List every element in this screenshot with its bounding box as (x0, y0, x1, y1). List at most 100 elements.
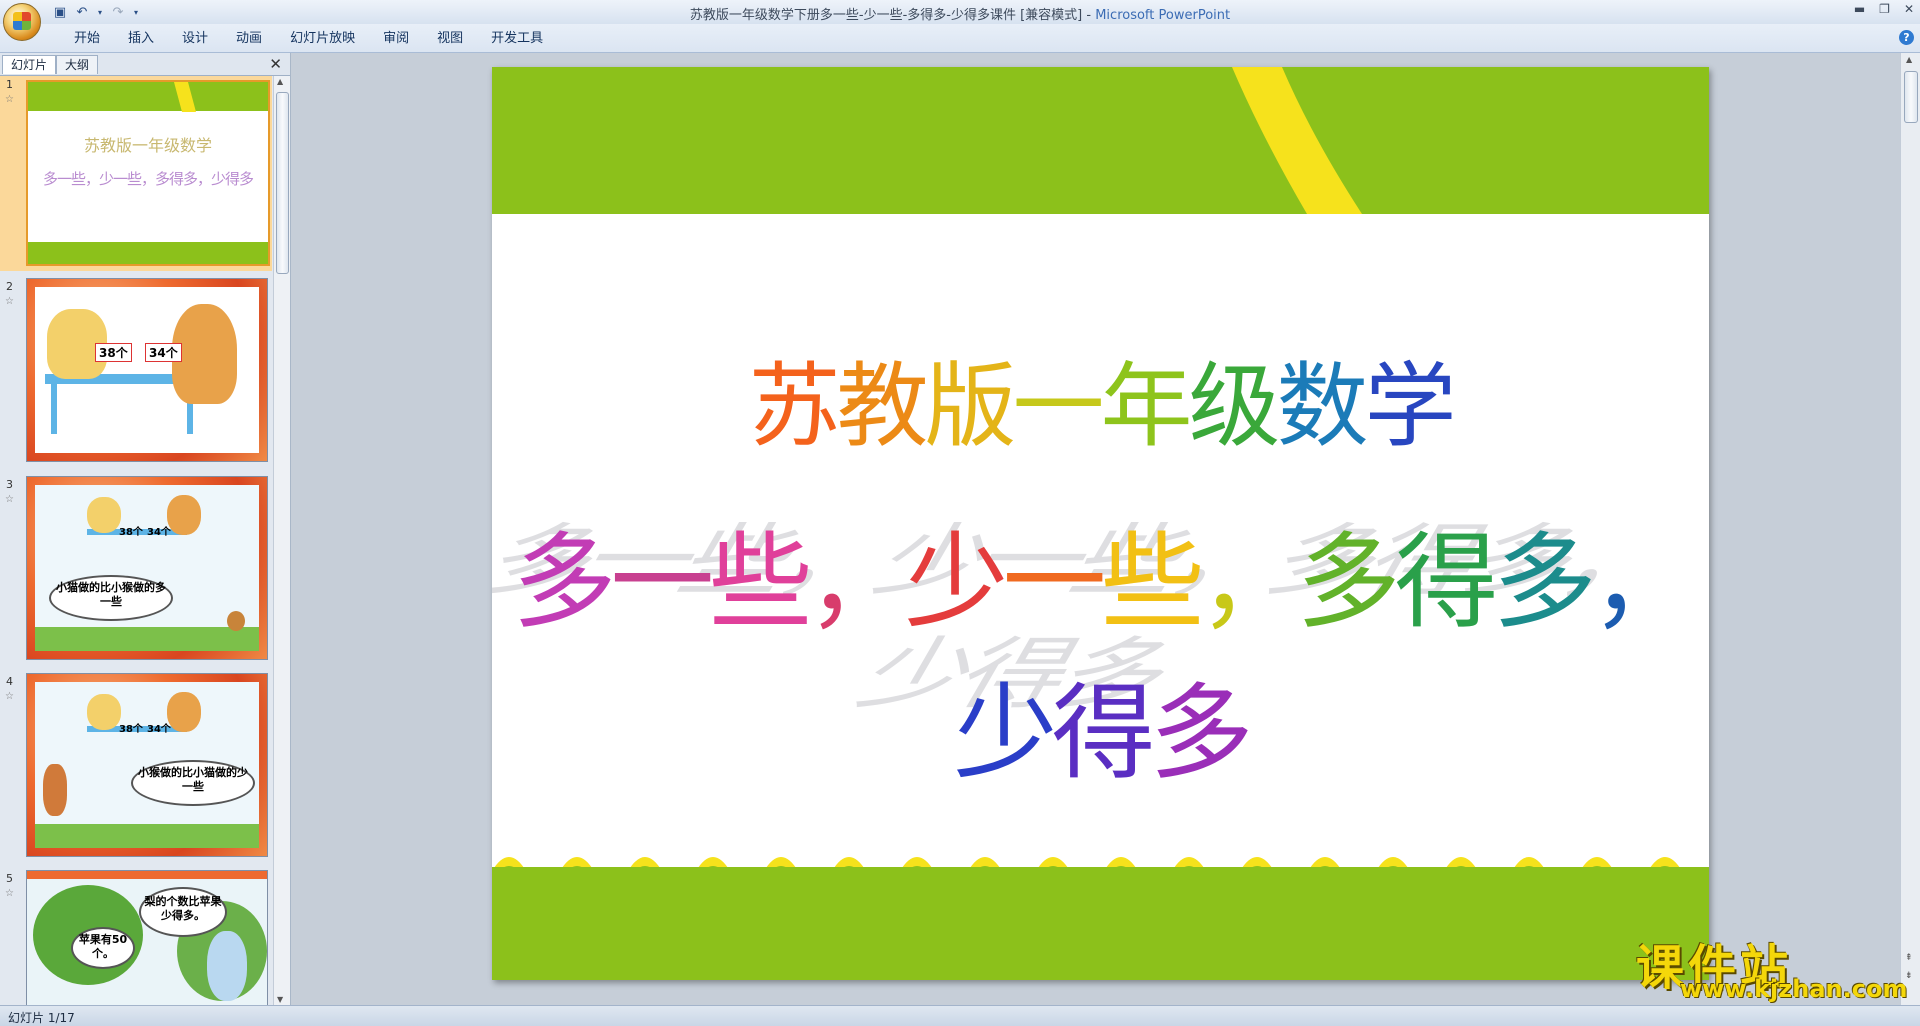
thumbnail-row-5[interactable]: 5 ☆ 梨的个数比苹果少得多。 苹果有50个。 (0, 870, 272, 1005)
office-button[interactable] (3, 3, 41, 41)
pane-tabs: 幻灯片 大纲 ✕ (0, 53, 290, 76)
current-slide[interactable]: 苏教版一年级数学 多一些，少一些，多得多，少得多 多一些，少一些，多得多，少得多 (492, 67, 1709, 980)
title-separator: - (1082, 8, 1096, 23)
help-icon[interactable]: ? (1899, 30, 1914, 45)
watermark-logo: 课件站 www.kjzhan.com (1636, 928, 1907, 1003)
thumbnail-row-1[interactable]: 1 ☆ 苏教版一年级数学 多一些，少一些，多得多，少得多 (0, 76, 272, 271)
thumbnail-scrollbar[interactable]: ▲ ▼ (273, 76, 290, 1005)
count-label-b: 34个 (147, 724, 171, 735)
ribbon-tabs: 开始 插入 设计 动画 幻灯片放映 审阅 视图 开发工具 (60, 30, 557, 48)
slide-number: 4 (6, 675, 13, 688)
subtitle-char: 些 (1100, 521, 1205, 643)
speech-bubble-a: 梨的个数比苹果少得多。 (139, 887, 227, 937)
slide-thumbnail-3[interactable]: 38个 34个 小猫做的比小猴做的多一些 (26, 476, 268, 660)
slide-thumbnail-5[interactable]: 梨的个数比苹果少得多。 苹果有50个。 (26, 870, 268, 1005)
count-label-a: 38个 (119, 724, 143, 735)
app-name: Microsoft PowerPoint (1095, 8, 1231, 23)
title-char: 苏 (748, 353, 840, 460)
tab-slideshow[interactable]: 幻灯片放映 (276, 30, 369, 48)
scroll-thumb[interactable] (1904, 71, 1918, 123)
animation-star-icon: ☆ (5, 494, 14, 505)
subtitle-char: 多 (512, 521, 616, 643)
tab-slides[interactable]: 幻灯片 (2, 55, 57, 74)
count-label-b: 34个 (147, 527, 171, 538)
yellow-stripe (1232, 67, 1362, 214)
slide-number: 5 (6, 872, 13, 885)
count-label-a: 38个 (119, 527, 143, 538)
watermark-url: www.kjzhan.com (1680, 975, 1908, 1003)
prev-slide-icon[interactable]: ⇞ (1905, 953, 1913, 963)
animation-star-icon: ☆ (5, 691, 14, 702)
subtitle-char: 多 (1492, 521, 1597, 643)
slide-thumbnail-4[interactable]: 38个 34个 小猴做的比小猫做的少一些 (26, 673, 268, 857)
slide-thumbnail-2[interactable]: 38个 34个 (26, 278, 268, 462)
slide-number: 1 (6, 78, 13, 91)
close-pane-icon[interactable]: ✕ (269, 55, 282, 73)
title-char: 学 (1364, 353, 1457, 460)
scroll-thumb[interactable] (276, 92, 289, 274)
tab-developer[interactable]: 开发工具 (477, 30, 557, 48)
title-bar: ▣ ↶ ▾ ↷ ▾ 苏教版一年级数学下册多一些-少一些-多得多-少得多课件 [兼… (0, 0, 1920, 41)
animation-star-icon: ☆ (5, 296, 14, 307)
subtitle-char: ， (1198, 521, 1303, 643)
title-char: 一 (1012, 353, 1104, 460)
subtitle-char: 多 (1149, 672, 1254, 794)
window-controls: ▬ ❐ ✕ (1854, 2, 1914, 16)
tab-animations[interactable]: 动画 (222, 30, 276, 48)
restore-icon[interactable]: ❐ (1879, 2, 1890, 16)
thumbnail-row-4[interactable]: 4 ☆ 38个 34个 小猴做的比小猫做的少一些 (0, 673, 272, 863)
subtitle-char: 得 (1394, 521, 1499, 643)
tab-review[interactable]: 审阅 (369, 30, 423, 48)
document-title: 苏教版一年级数学下册多一些-少一些-多得多-少得多课件 [兼容模式] (689, 8, 1083, 23)
speech-bubble: 小猫做的比小猴做的多一些 (49, 575, 173, 621)
slides-pane: 幻灯片 大纲 ✕ 1 ☆ 苏教版一年级数学 多一些，少一些，多得多，少得多 2 … (0, 53, 291, 1005)
subtitle-char: 一 (1002, 521, 1106, 643)
editor-scrollbar[interactable]: ▲ ⇞ ⇟ (1900, 53, 1920, 1005)
slide-subtitle[interactable]: 多一些，少一些，多得多，少得多 (492, 497, 1709, 799)
title-char: 教 (836, 353, 928, 460)
slide-thumbnail-1[interactable]: 苏教版一年级数学 多一些，少一些，多得多，少得多 (26, 80, 270, 266)
count-label-b: 34个 (145, 343, 182, 362)
subtitle-char: 少 (953, 672, 1057, 794)
subtitle-char: 些 (708, 521, 812, 643)
tab-outline[interactable]: 大纲 (56, 55, 99, 74)
title-char: 年 (1100, 353, 1193, 460)
subtitle-char: 得 (1051, 672, 1155, 794)
scroll-up-icon[interactable]: ▲ (277, 77, 283, 86)
slide-number: 3 (6, 478, 13, 491)
subtitle-char: 少 (904, 521, 1008, 643)
slide-bottom-band (492, 867, 1709, 980)
tab-home[interactable]: 开始 (60, 30, 114, 48)
title-char: 版 (924, 353, 1016, 460)
subtitle-char: 一 (610, 521, 714, 643)
subtitle-char: ， (1590, 521, 1695, 643)
speech-bubble-b: 苹果有50个。 (71, 927, 135, 969)
animation-star-icon: ☆ (5, 888, 14, 899)
tab-design[interactable]: 设计 (168, 30, 222, 48)
speech-bubble: 小猴做的比小猫做的少一些 (131, 760, 255, 806)
subtitle-char: ， (806, 521, 910, 643)
thumbnail-row-3[interactable]: 3 ☆ 38个 34个 小猫做的比小猴做的多一些 (0, 476, 272, 666)
slide-number: 2 (6, 280, 13, 293)
scroll-up-icon[interactable]: ▲ (1906, 55, 1912, 64)
tab-insert[interactable]: 插入 (114, 30, 168, 48)
office-logo-icon (13, 12, 31, 30)
minimize-icon[interactable]: ▬ (1854, 2, 1865, 16)
animation-star-icon: ☆ (5, 94, 14, 105)
scroll-down-icon[interactable]: ▼ (277, 995, 283, 1004)
close-icon[interactable]: ✕ (1904, 2, 1914, 16)
slide-title[interactable]: 苏教版一年级数学 (492, 332, 1709, 465)
title-char: 级 (1188, 353, 1281, 460)
subtitle-char: 多 (1296, 521, 1401, 643)
thumb-title-line2: 多一些，少一些，多得多，少得多 (42, 170, 254, 188)
count-label-a: 38个 (95, 343, 132, 362)
status-bar: 幻灯片 1/17 (0, 1005, 1920, 1026)
thumbnail-row-2[interactable]: 2 ☆ 38个 34个 (0, 278, 272, 468)
ribbon: 开始 插入 设计 动画 幻灯片放映 审阅 视图 开发工具 ? (0, 24, 1920, 53)
window-title: 苏教版一年级数学下册多一些-少一些-多得多-少得多课件 [兼容模式] - Mic… (0, 4, 1920, 23)
title-char: 数 (1276, 353, 1369, 460)
slide-counter: 幻灯片 1/17 (8, 1011, 75, 1025)
tab-view[interactable]: 视图 (423, 30, 477, 48)
thumb-title-line1: 苏教版一年级数学 (83, 136, 212, 155)
slide-thumbnail-list: 1 ☆ 苏教版一年级数学 多一些，少一些，多得多，少得多 2 ☆ 38个 34个… (0, 76, 272, 1005)
